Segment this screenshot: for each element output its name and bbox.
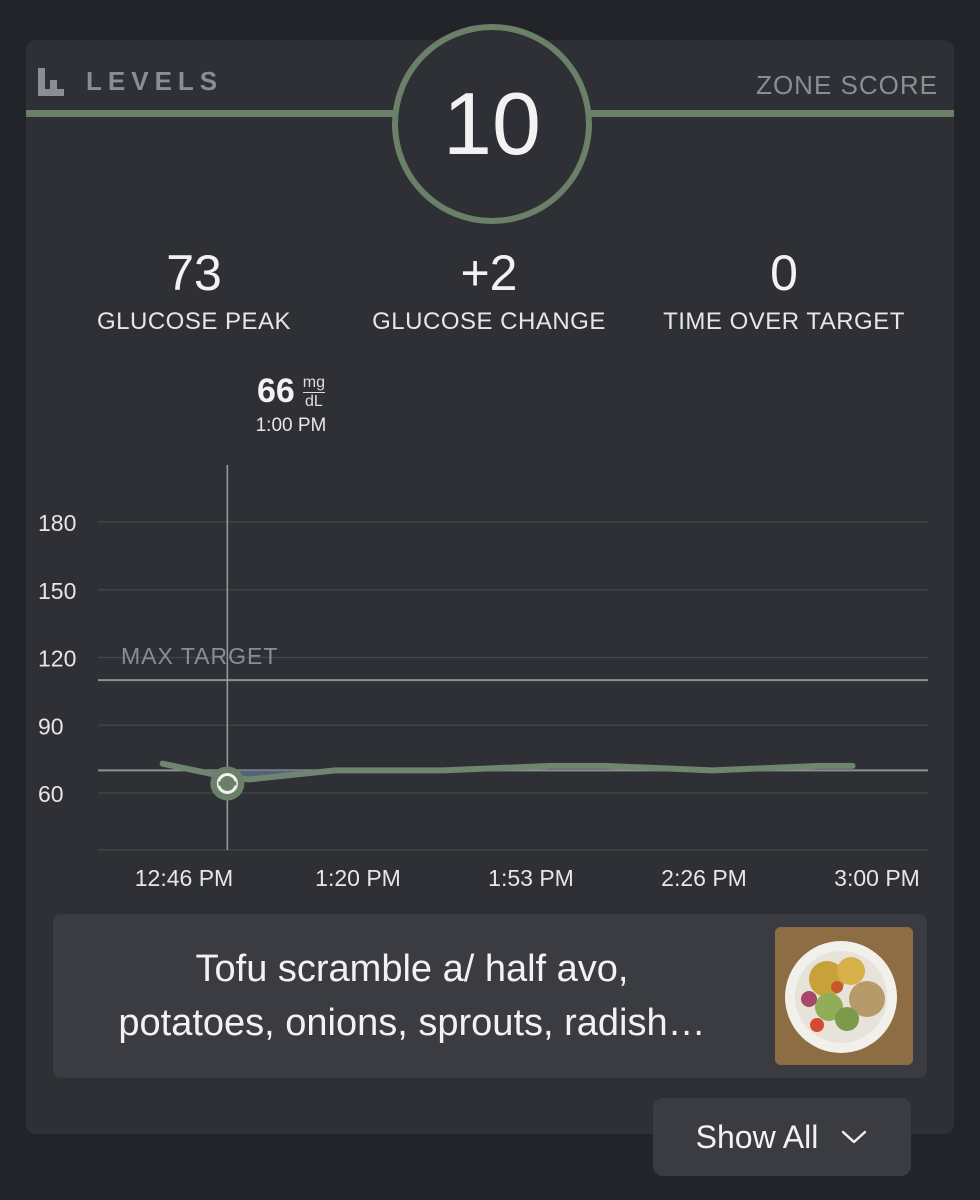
x-tick-label: 2:26 PM <box>661 865 747 891</box>
y-tick-label: 90 <box>38 713 64 739</box>
max-target-label: MAX TARGET <box>121 643 278 669</box>
meal-photo[interactable] <box>775 927 913 1065</box>
glucose-chart[interactable]: 180 150 120 90 60 MAX TARGET 12:46 PM 1:20 PM 1:… <box>0 0 980 900</box>
y-tick-label: 120 <box>38 646 76 672</box>
x-tick-label: 3:00 PM <box>834 865 920 891</box>
x-tick-label: 1:20 PM <box>315 865 401 891</box>
x-tick-label: 12:46 PM <box>135 865 233 891</box>
meal-description: Tofu scramble a/ half avo, potatoes, oni… <box>53 942 771 1050</box>
show-all-button[interactable]: Show All <box>653 1098 911 1176</box>
chevron-down-icon <box>842 1130 867 1144</box>
y-tick-label: 180 <box>38 510 76 536</box>
meal-line-2: potatoes, onions, sprouts, radish… <box>118 1002 706 1044</box>
meal-card[interactable]: Tofu scramble a/ half avo, potatoes, oni… <box>53 914 927 1078</box>
x-tick-label: 1:53 PM <box>488 865 574 891</box>
y-tick-label: 150 <box>38 578 76 604</box>
y-tick-label: 60 <box>38 781 64 807</box>
meal-line-1: Tofu scramble a/ half avo, <box>195 948 629 990</box>
show-all-label: Show All <box>695 1118 819 1155</box>
